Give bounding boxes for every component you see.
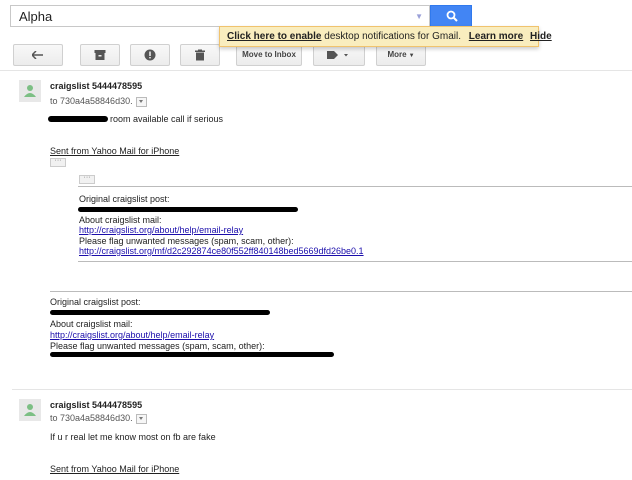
more-button[interactable]: More ▼ (376, 44, 426, 66)
redacted-post-link (78, 207, 298, 212)
enable-notifications-link[interactable]: Click here to enable (227, 31, 321, 42)
recipient-details-icon[interactable] (135, 413, 147, 424)
outer-quote-divider (50, 291, 632, 292)
back-arrow-icon (32, 51, 43, 59)
search-options-icon[interactable]: ▼ (415, 12, 423, 21)
search-icon (446, 10, 458, 22)
avatar (19, 80, 41, 102)
person-icon (24, 85, 36, 97)
recipient-text: to 730a4a58846d30. (50, 413, 133, 423)
search-input[interactable]: Alpha ▼ (10, 5, 430, 27)
recipient-details-icon[interactable] (135, 96, 147, 107)
labels-button[interactable] (313, 44, 365, 66)
original-post-label: Original craigslist post: (79, 194, 170, 204)
original-post-label-outer: Original craigslist post: (50, 297, 141, 307)
email-relay-link-outer[interactable]: http://craigslist.org/about/help/email-r… (50, 330, 214, 340)
redacted-post-link-outer (50, 310, 270, 315)
yahoo-signature-link[interactable]: Sent from Yahoo Mail for iPhone (50, 464, 179, 474)
move-to-inbox-button[interactable]: Move to Inbox (236, 44, 302, 66)
archive-button[interactable] (80, 44, 120, 66)
avatar (19, 399, 41, 421)
redacted-flag-link-outer (50, 352, 334, 357)
more-dropdown-icon: ▼ (408, 53, 415, 59)
show-trimmed-content-button-2[interactable]: ··· (79, 174, 95, 184)
show-trimmed-content-button[interactable]: ··· (50, 157, 66, 167)
message-body: room available call if serious (110, 114, 224, 124)
yahoo-signature-link[interactable]: Sent from Yahoo Mail for iPhone (50, 146, 179, 156)
notification-text: desktop notifications for Gmail. (324, 31, 461, 42)
flag-messages-link[interactable]: http://craigslist.org/mf/d2c292874ce80f5… (79, 246, 364, 256)
desktop-notification-banner: Click here to enable desktop notificatio… (219, 26, 552, 47)
sender-name[interactable]: craigslist 5444478595 (50, 81, 142, 91)
toolbar-divider (0, 70, 632, 71)
archive-icon (94, 50, 106, 60)
more-button-label: More (387, 50, 407, 59)
report-spam-button[interactable] (130, 44, 170, 66)
message-divider (12, 389, 632, 390)
recipient-line: to 730a4a58846d30. (50, 96, 147, 107)
back-button[interactable] (13, 44, 63, 66)
sender-name[interactable]: craigslist 5444478595 (50, 400, 142, 410)
recipient-text: to 730a4a58846d30. (50, 96, 133, 106)
flag-messages-label: Please flag unwanted messages (spam, sca… (79, 236, 294, 246)
flag-messages-label-outer: Please flag unwanted messages (spam, sca… (50, 341, 265, 351)
search-button[interactable] (430, 5, 472, 27)
search-input-value: Alpha (19, 9, 53, 24)
quote-divider-bottom (78, 261, 632, 262)
email-relay-link[interactable]: http://craigslist.org/about/help/email-r… (79, 225, 243, 235)
hide-notification-link[interactable]: Hide (530, 31, 552, 42)
label-icon (327, 51, 348, 59)
person-icon (24, 404, 36, 416)
message-body: If u r real let me know most on fb are f… (50, 432, 216, 442)
about-mail-label: About craigslist mail: (79, 215, 162, 225)
learn-more-link[interactable]: Learn more (469, 31, 523, 42)
redaction-mark (48, 116, 108, 122)
recipient-line: to 730a4a58846d30. (50, 413, 147, 424)
delete-button[interactable] (180, 44, 220, 66)
quote-divider (78, 186, 632, 187)
about-mail-label-outer: About craigslist mail: (50, 319, 133, 329)
report-spam-icon (144, 49, 156, 61)
trash-icon (195, 49, 205, 61)
